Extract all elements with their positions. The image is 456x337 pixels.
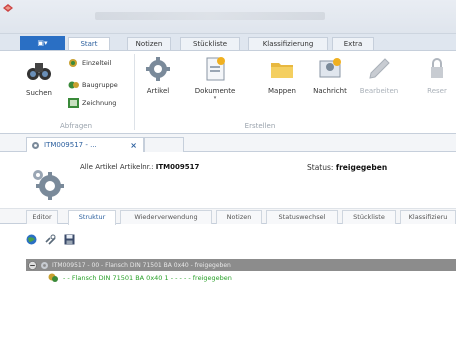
item-header — [0, 152, 456, 208]
pencil-icon — [369, 58, 390, 79]
mappen-button[interactable]: Mappen — [262, 56, 302, 95]
mappen-label: Mappen — [268, 87, 296, 95]
gear-icon — [41, 261, 48, 269]
message-icon — [319, 58, 341, 78]
part-icon — [69, 59, 77, 67]
item-number-line: Alle Artikel Artikelnr.: ITM009517 — [80, 163, 200, 171]
subtab-stueckliste[interactable]: Stückliste — [342, 210, 396, 224]
globe-icon[interactable] — [26, 234, 37, 245]
einzelteil-button[interactable]: Einzelteil — [68, 58, 111, 68]
gear-icon — [33, 170, 64, 200]
doc-tab-label: ITM009517 - ... — [44, 141, 97, 149]
window-title-placeholder — [95, 12, 325, 20]
subtab-klassifizierung[interactable]: Klassifizieru — [400, 210, 456, 224]
dokumente-label: Dokumente — [194, 87, 236, 95]
baugruppe-button[interactable]: Baugruppe — [68, 80, 118, 90]
nachricht-label: Nachricht — [313, 87, 347, 95]
gear-icon — [32, 141, 39, 149]
suchen-label: Suchen — [26, 89, 52, 97]
drawing-icon — [68, 98, 79, 108]
save-icon[interactable] — [64, 234, 75, 245]
reservieren-label: Reser — [427, 87, 447, 95]
status-line: Status: freigegeben — [307, 163, 388, 172]
assembly-icon — [68, 81, 79, 89]
link-icon[interactable] — [45, 234, 56, 245]
document-icon — [206, 57, 225, 81]
zeichnung-button[interactable]: Zeichnung — [68, 98, 116, 108]
part-icon — [48, 273, 58, 282]
subtab-wiederverwendung[interactable]: Wiederverwendung — [120, 210, 212, 224]
reservieren-button[interactable]: Reser — [418, 56, 456, 95]
subtab-struktur[interactable]: Struktur — [68, 210, 116, 225]
folder-icon — [271, 63, 293, 78]
doc-tab-itm009517[interactable]: ITM009517 - ... × — [26, 137, 144, 152]
tree-root-row[interactable]: ITM009517 - 00 - Flansch DIN 71501 BA 0x… — [26, 259, 456, 271]
tree-root-label: ITM009517 - 00 - Flansch DIN 71501 BA 0x… — [52, 261, 231, 269]
doc-tab-empty[interactable] — [144, 137, 184, 152]
tree-child-label: - - Flansch DIN 71501 BA 0x40 1 - - - - … — [63, 274, 232, 282]
group-label-erstellen: Erstellen — [244, 122, 276, 130]
artikel-label: Artikel — [146, 87, 170, 95]
status-value: freigegeben — [335, 163, 388, 172]
file-menu-icon: ▣▾ — [37, 39, 48, 47]
close-icon[interactable]: × — [130, 141, 137, 150]
gear-icon — [146, 57, 170, 81]
structure-toolbar — [26, 234, 75, 245]
collapse-icon[interactable] — [28, 260, 37, 270]
tab-notizen[interactable]: Notizen — [127, 37, 171, 51]
file-menu-tab[interactable]: ▣▾ — [20, 36, 65, 51]
binoculars-icon — [27, 63, 51, 80]
tab-extra[interactable]: Extra — [332, 37, 374, 51]
app-icon[interactable] — [3, 4, 13, 12]
tab-klassifizierung[interactable]: Klassifizierung — [248, 37, 328, 51]
nachricht-button[interactable]: Nachricht — [310, 56, 350, 95]
lock-icon — [431, 58, 443, 78]
bearbeiten-label: Bearbeiten — [359, 87, 399, 95]
item-number: ITM009517 — [155, 163, 200, 171]
title-bar — [0, 0, 456, 34]
suchen-button[interactable]: Suchen — [22, 58, 56, 97]
group-label-abfragen: Abfragen — [59, 122, 93, 130]
dokumente-dropdown-icon: ▾ — [213, 95, 217, 101]
tree-child-row[interactable]: - - Flansch DIN 71501 BA 0x40 1 - - - - … — [48, 273, 232, 283]
subtab-statuswechsel[interactable]: Statuswechsel — [266, 210, 338, 224]
subtab-editor[interactable]: Editor — [26, 210, 58, 224]
subtab-notizen[interactable]: Notizen — [216, 210, 262, 224]
bearbeiten-button[interactable]: Bearbeiten — [356, 56, 402, 95]
tab-stueckliste[interactable]: Stückliste — [180, 37, 240, 51]
artikel-button[interactable]: Artikel — [140, 56, 176, 95]
dokumente-button[interactable]: Dokumente ▾ — [188, 56, 242, 101]
ribbon-separator — [134, 54, 135, 130]
